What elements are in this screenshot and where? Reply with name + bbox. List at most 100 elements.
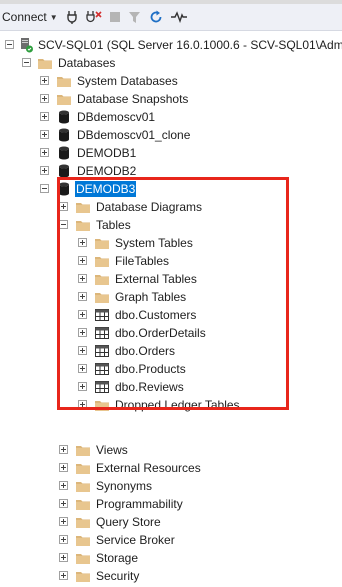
expand-icon[interactable] (78, 364, 87, 373)
expand-icon[interactable] (59, 553, 68, 562)
tree-node-external-resources[interactable]: External Resources (0, 459, 342, 477)
tree-node-service-broker[interactable]: Service Broker (0, 531, 342, 549)
tree-node-server[interactable]: SCV-SQL01 (SQL Server 16.0.1000.6 - SCV-… (0, 36, 342, 54)
tree-node-programmability[interactable]: Programmability (0, 495, 342, 513)
expand-icon[interactable] (78, 274, 87, 283)
expand-icon[interactable] (40, 112, 49, 121)
expand-icon[interactable] (40, 76, 49, 85)
expand-icon[interactable] (59, 463, 68, 472)
expand-icon[interactable] (78, 346, 87, 355)
tree-label: FileTables (115, 254, 170, 268)
tree-label: DBdemoscv01_clone (77, 128, 191, 142)
tree-node-table[interactable]: dbo.Orders (0, 342, 342, 360)
expand-icon[interactable] (59, 571, 68, 580)
tree-label: System Databases (77, 74, 178, 88)
connect-button[interactable]: Connect ▼ (2, 4, 60, 30)
tree-node-synonyms[interactable]: Synonyms (0, 477, 342, 495)
tree-label: DEMODB3 (75, 181, 137, 197)
expand-icon[interactable] (78, 292, 87, 301)
expand-icon[interactable] (59, 481, 68, 490)
folder-icon (94, 235, 110, 251)
tree-node-databases[interactable]: Databases (0, 54, 342, 72)
refresh-icon[interactable] (147, 4, 165, 30)
tree-node-tables[interactable]: Tables (0, 216, 342, 234)
folder-icon (75, 532, 91, 548)
expand-icon[interactable] (40, 94, 49, 103)
chevron-down-icon: ▼ (49, 12, 58, 22)
folder-icon (75, 568, 91, 584)
expand-icon[interactable] (78, 310, 87, 319)
expand-icon[interactable] (78, 400, 87, 409)
connect-icon[interactable] (63, 4, 81, 30)
collapse-icon[interactable] (59, 220, 68, 229)
tree-label: Tables (96, 218, 131, 232)
expand-icon[interactable] (40, 148, 49, 157)
tree-node-database-diagrams[interactable]: Database Diagrams (0, 198, 342, 216)
tree-node-database-selected[interactable]: DEMODB3 (0, 180, 342, 198)
expand-icon[interactable] (59, 517, 68, 526)
tree-label: DEMODB2 (77, 164, 137, 178)
tree-label: Database Snapshots (77, 92, 189, 106)
tree-node-views[interactable]: Views (0, 441, 342, 459)
folder-icon (37, 55, 53, 71)
tree-node-table[interactable]: dbo.Products (0, 360, 342, 378)
collapse-icon[interactable] (22, 58, 31, 67)
tree-label: Databases (58, 56, 116, 70)
object-explorer-toolbar: Connect ▼ (0, 4, 342, 31)
tree-node-dropped-ledger-tables[interactable]: Dropped Ledger Tables (0, 396, 342, 414)
expand-icon[interactable] (59, 499, 68, 508)
database-icon (56, 145, 72, 161)
tree-node-table[interactable]: dbo.Reviews (0, 378, 342, 396)
folder-icon (75, 442, 91, 458)
object-explorer-tree: SCV-SQL01 (SQL Server 16.0.1000.6 - SCV-… (0, 31, 342, 583)
expand-icon[interactable] (59, 535, 68, 544)
expand-icon[interactable] (40, 130, 49, 139)
folder-icon (75, 199, 91, 215)
expand-icon[interactable] (59, 202, 68, 211)
expand-icon[interactable] (78, 328, 87, 337)
tree-node-database[interactable]: DEMODB2 (0, 162, 342, 180)
tree-label: Synonyms (96, 479, 153, 493)
tree-node-database[interactable]: DEMODB1 (0, 144, 342, 162)
tree-node-security[interactable]: Security (0, 567, 342, 585)
tree-label: Dropped Ledger Tables (115, 398, 240, 412)
tree-node-database-snapshots[interactable]: Database Snapshots (0, 90, 342, 108)
tree-node-external-tables[interactable]: External Tables (0, 270, 342, 288)
tree-label: Security (96, 569, 140, 583)
collapse-icon[interactable] (40, 184, 49, 193)
folder-icon (75, 550, 91, 566)
tree-node-query-store[interactable]: Query Store (0, 513, 342, 531)
collapse-icon[interactable] (5, 40, 14, 49)
table-icon (94, 361, 110, 377)
tree-label: SCV-SQL01 (SQL Server 16.0.1000.6 - SCV-… (38, 38, 342, 52)
tree-node-database[interactable]: DBdemoscv01_clone (0, 126, 342, 144)
connect-label: Connect (2, 10, 47, 24)
tree-node-table[interactable]: dbo.OrderDetails (0, 324, 342, 342)
database-icon (56, 163, 72, 179)
tree-label: External Tables (115, 272, 197, 286)
tree-label: Service Broker (96, 533, 175, 547)
activity-monitor-icon[interactable] (169, 4, 189, 30)
stop-icon[interactable] (107, 4, 123, 30)
filter-icon[interactable] (125, 4, 143, 30)
tree-node-table[interactable]: dbo.Customers (0, 306, 342, 324)
folder-icon (94, 397, 110, 413)
folder-icon (56, 91, 72, 107)
tree-node-system-tables[interactable]: System Tables (0, 234, 342, 252)
expand-icon[interactable] (78, 256, 87, 265)
tree-label: DEMODB1 (77, 146, 137, 160)
tree-node-filetables[interactable]: FileTables (0, 252, 342, 270)
tree-label: Query Store (96, 515, 161, 529)
folder-icon (94, 253, 110, 269)
tree-node-database[interactable]: DBdemoscv01 (0, 108, 342, 126)
tree-node-system-databases[interactable]: System Databases (0, 72, 342, 90)
expand-icon[interactable] (78, 238, 87, 247)
disconnect-icon[interactable] (84, 4, 104, 30)
folder-icon (75, 217, 91, 233)
expand-icon[interactable] (78, 382, 87, 391)
expand-icon[interactable] (40, 166, 49, 175)
tree-node-storage[interactable]: Storage (0, 549, 342, 567)
expand-icon[interactable] (59, 445, 68, 454)
tree-label: dbo.Orders (115, 344, 176, 358)
tree-node-graph-tables[interactable]: Graph Tables (0, 288, 342, 306)
